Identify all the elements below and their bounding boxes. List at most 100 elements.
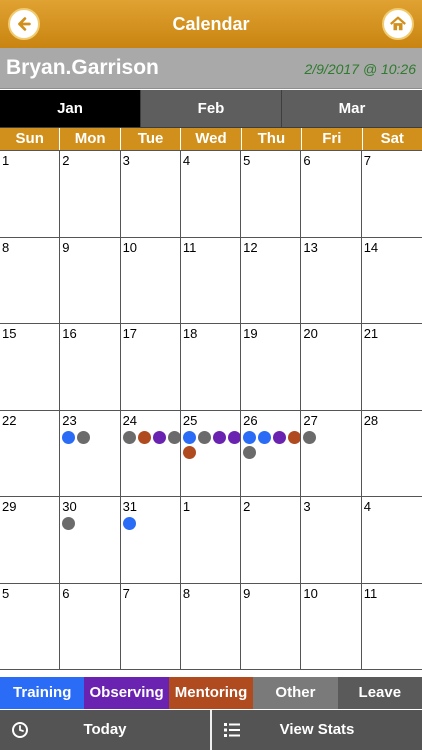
legend-observing[interactable]: Observing <box>84 677 169 709</box>
home-icon <box>390 16 406 31</box>
day-cell[interactable]: 19 <box>241 324 302 411</box>
day-number: 4 <box>363 499 371 514</box>
day-cell[interactable]: 3 <box>120 151 181 238</box>
legend-other[interactable]: Other <box>253 677 338 709</box>
day-cell[interactable]: 24 <box>120 410 181 497</box>
page-title: Calendar <box>172 14 250 34</box>
day-number: 2 <box>62 153 70 168</box>
day-cell[interactable]: 8 <box>0 237 61 324</box>
day-number: 16 <box>62 326 77 341</box>
event-dot-mentoring[interactable] <box>182 445 196 459</box>
day-cell[interactable]: 3 <box>301 497 362 584</box>
day-cell[interactable]: 23 <box>60 410 121 497</box>
day-number: 18 <box>182 326 198 341</box>
event-dot-observing[interactable] <box>273 430 287 444</box>
view-stats-button[interactable]: View Stats <box>212 710 422 750</box>
day-cell[interactable]: 20 <box>301 324 362 411</box>
day-cell[interactable]: 4 <box>361 497 422 584</box>
day-cell[interactable]: 27 <box>301 410 362 497</box>
day-number: 1 <box>2 153 10 168</box>
day-number: 12 <box>243 239 258 255</box>
day-cell[interactable]: 10 <box>301 583 362 670</box>
day-number: 15 <box>2 326 17 341</box>
day-cell[interactable]: 17 <box>120 324 181 411</box>
event-dot-training[interactable] <box>258 430 272 444</box>
day-cell[interactable]: 28 <box>361 411 422 497</box>
event-dots <box>303 430 360 444</box>
day-cell[interactable]: 29 <box>0 497 61 584</box>
day-cell[interactable]: 9 <box>241 583 302 670</box>
day-cell[interactable]: 6 <box>301 151 362 238</box>
day-cell[interactable]: 1 <box>0 151 61 238</box>
event-dots <box>122 517 180 530</box>
event-dot-other[interactable] <box>167 430 180 444</box>
day-cell[interactable]: 26 <box>241 410 302 497</box>
event-dot-observing[interactable] <box>152 430 166 444</box>
today-button[interactable]: Today <box>0 710 212 750</box>
day-cell[interactable]: 10 <box>120 237 181 324</box>
month-tab-jan[interactable]: Jan <box>0 90 141 128</box>
month-tab-mar[interactable]: Mar <box>282 90 422 128</box>
event-dot-other[interactable] <box>303 430 317 444</box>
event-dot-training[interactable] <box>62 430 76 444</box>
day-cell[interactable]: 6 <box>60 583 121 670</box>
day-number: 23 <box>62 412 77 428</box>
legend-mentoring[interactable]: Mentoring <box>168 677 254 709</box>
day-cell[interactable]: 25 <box>180 410 242 497</box>
month-tabs: Jan Feb Mar <box>0 90 422 128</box>
home-button[interactable] <box>382 8 414 40</box>
day-number: 6 <box>62 585 70 601</box>
day-cell[interactable]: 9 <box>60 237 121 324</box>
day-cell[interactable]: 5 <box>241 151 302 238</box>
day-cell[interactable]: 12 <box>241 237 302 324</box>
day-cell[interactable]: 13 <box>301 237 362 324</box>
event-dot-training[interactable] <box>182 430 196 444</box>
day-number: 5 <box>2 585 10 601</box>
day-number: 9 <box>243 585 251 601</box>
view-stats-label: View Stats <box>279 721 355 738</box>
event-dot-mentoring[interactable] <box>288 430 301 444</box>
day-cell[interactable]: 14 <box>361 238 422 324</box>
event-dots <box>62 517 119 530</box>
event-dot-training[interactable] <box>243 430 257 444</box>
event-dot-training[interactable] <box>122 517 136 530</box>
event-dot-other[interactable] <box>62 517 76 530</box>
event-dots <box>243 430 301 459</box>
day-cell[interactable]: 2 <box>241 497 302 584</box>
day-number: 7 <box>122 585 130 601</box>
day-cell[interactable]: 4 <box>180 151 242 238</box>
event-dots <box>62 430 119 444</box>
event-dot-other[interactable] <box>243 445 257 459</box>
day-cell[interactable]: 7 <box>120 583 181 670</box>
month-tab-feb[interactable]: Feb <box>141 90 282 128</box>
day-cell[interactable]: 5 <box>0 583 61 670</box>
day-number: 3 <box>122 153 130 168</box>
event-dot-observing[interactable] <box>212 430 226 444</box>
day-cell[interactable]: 2 <box>60 151 121 238</box>
legend-leave[interactable]: Leave <box>337 677 422 709</box>
day-cell[interactable]: 8 <box>180 583 242 670</box>
day-cell[interactable]: 15 <box>0 324 61 411</box>
weekday-wed: Wed <box>181 128 242 150</box>
event-dot-other[interactable] <box>77 430 91 444</box>
day-cell[interactable]: 16 <box>60 324 121 411</box>
day-cell[interactable]: 7 <box>361 151 422 238</box>
legend-training[interactable]: Training <box>0 677 85 709</box>
event-dot-other[interactable] <box>197 430 211 444</box>
event-dot-other[interactable] <box>122 430 136 444</box>
event-dot-mentoring[interactable] <box>137 430 151 444</box>
day-cell[interactable]: 31 <box>120 497 181 584</box>
day-cell[interactable]: 30 <box>60 497 121 584</box>
day-cell[interactable]: 21 <box>361 324 422 411</box>
day-number: 8 <box>2 239 10 255</box>
app-header: Calendar <box>0 0 422 48</box>
day-cell[interactable]: 1 <box>180 497 242 584</box>
day-number: 5 <box>243 153 251 168</box>
day-number: 25 <box>182 412 198 428</box>
day-cell[interactable]: 11 <box>180 237 242 324</box>
day-cell[interactable]: 22 <box>0 410 61 497</box>
event-dot-observing[interactable] <box>227 430 241 444</box>
day-cell[interactable]: 11 <box>361 584 422 670</box>
day-number: 11 <box>363 585 378 601</box>
day-cell[interactable]: 18 <box>180 324 242 411</box>
